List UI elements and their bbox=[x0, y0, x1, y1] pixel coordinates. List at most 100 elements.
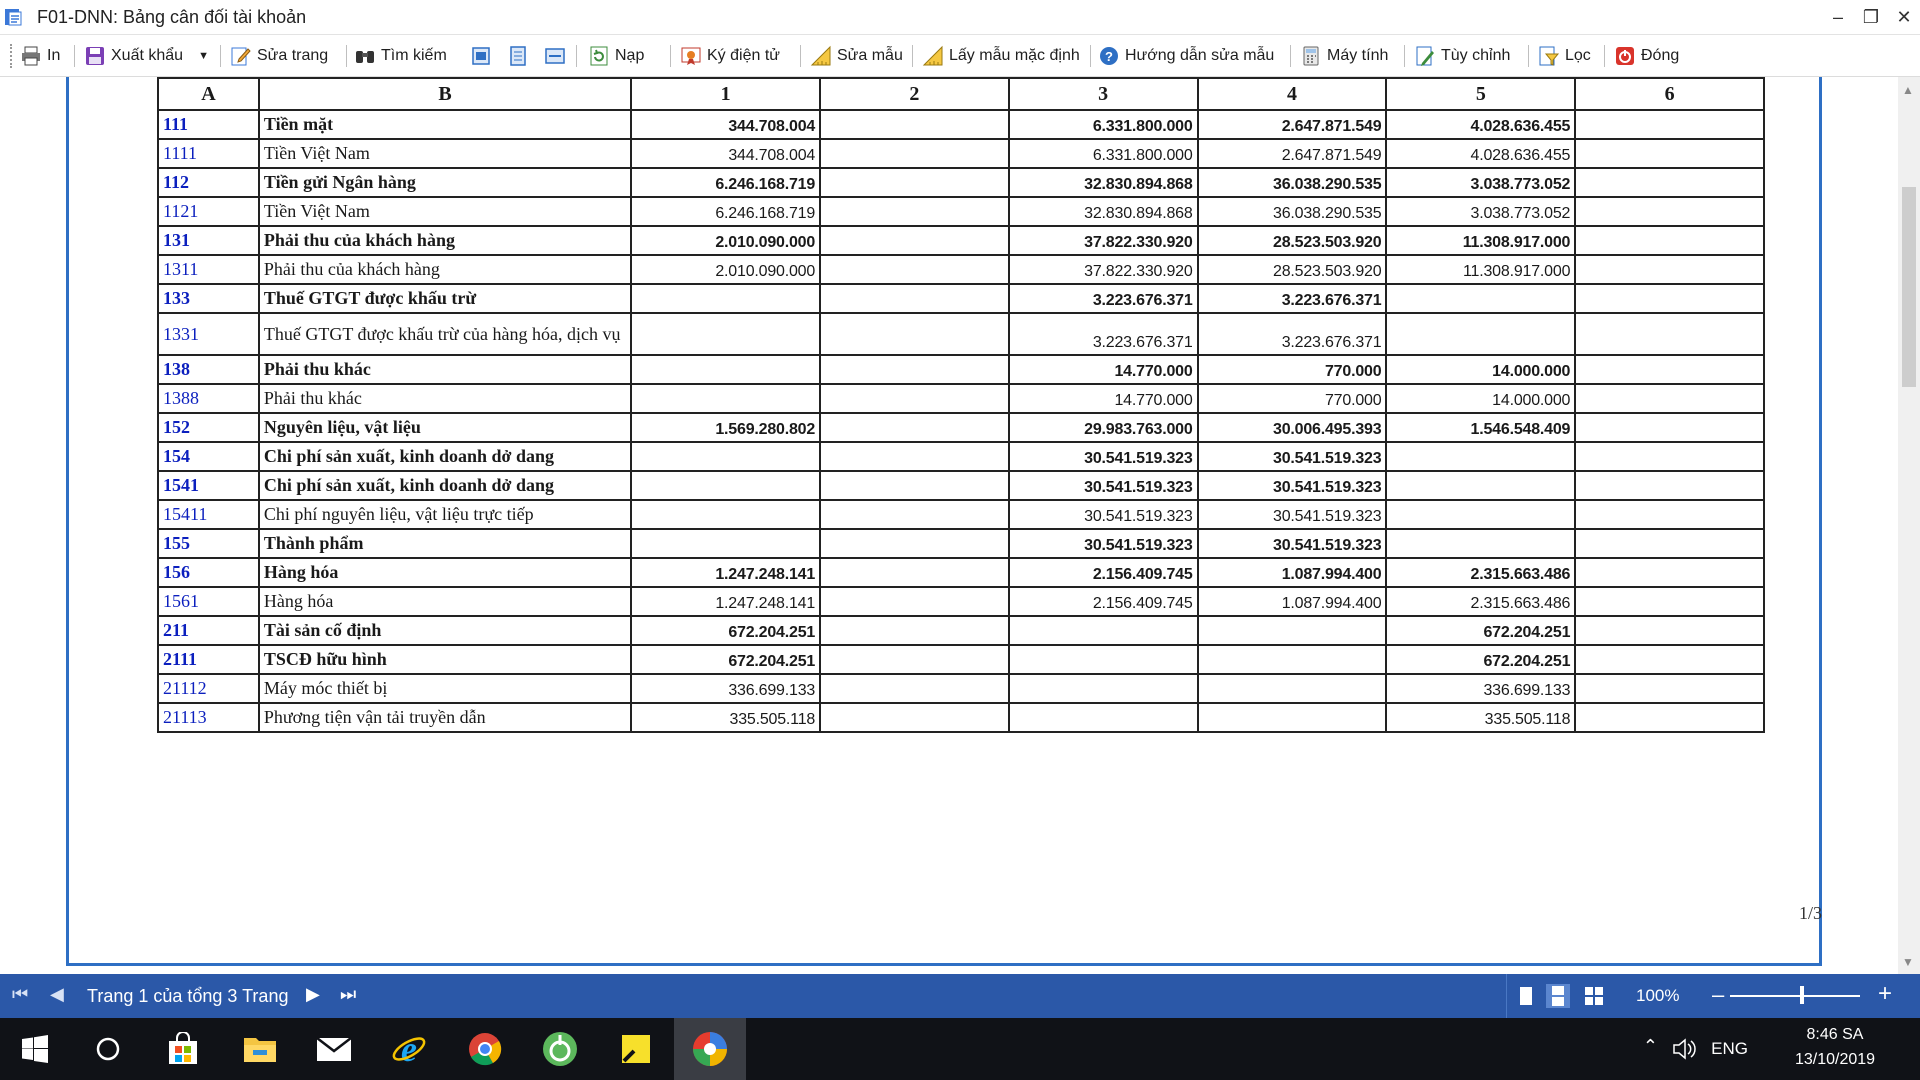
amount-cell-col-5: 4.028.636.455 bbox=[1385, 138, 1577, 169]
account-code-cell[interactable]: 112 bbox=[157, 167, 260, 198]
zoom-out-button[interactable]: – bbox=[1712, 982, 1724, 1008]
column-header-1: 1 bbox=[630, 77, 822, 111]
search-button[interactable]: Tìm kiếm bbox=[354, 43, 447, 69]
amount-cell-col-2 bbox=[819, 441, 1010, 472]
clock-time[interactable]: 8:46 SA bbox=[1790, 1026, 1880, 1044]
zoom-in-button[interactable]: + bbox=[1878, 980, 1892, 1008]
amount-cell-col-6 bbox=[1574, 383, 1765, 414]
account-code-cell[interactable]: 152 bbox=[157, 412, 260, 443]
table-row: 21112 Máy móc thiết bị 336.699.133 336.699.… bbox=[157, 673, 1765, 704]
account-code-cell[interactable]: 138 bbox=[157, 354, 260, 385]
file-explorer-icon[interactable] bbox=[240, 1029, 280, 1069]
toolbar-gripper[interactable] bbox=[10, 44, 14, 68]
sticky-notes-icon[interactable] bbox=[616, 1029, 656, 1069]
account-code-cell[interactable]: 111 bbox=[157, 109, 260, 140]
ruler-triangle-icon bbox=[922, 45, 943, 66]
scroll-up-icon[interactable]: ▲ bbox=[1902, 83, 1914, 97]
account-code-cell[interactable]: 131 bbox=[157, 225, 260, 256]
amount-cell-col-3: 3.223.676.371 bbox=[1007, 312, 1199, 356]
calculator-button[interactable]: Máy tính bbox=[1300, 43, 1388, 69]
zoom-slider-track[interactable] bbox=[1730, 995, 1860, 997]
report-viewer[interactable]: A B 1 2 3 4 5 6 111 Tiền mặt 344.708.004 6.… bbox=[0, 77, 1920, 974]
table-row: 1388 Phải thu khác 14.770.000 770.000 14.000… bbox=[157, 383, 1765, 414]
account-code-cell[interactable]: 15411 bbox=[157, 499, 260, 530]
account-code-cell[interactable]: 1331 bbox=[157, 312, 260, 356]
internet-explorer-icon[interactable]: e bbox=[389, 1029, 429, 1069]
amount-cell-col-1: 336.699.133 bbox=[630, 673, 822, 704]
scroll-down-icon[interactable]: ▼ bbox=[1902, 955, 1914, 969]
account-name-cell: Chi phí nguyên liệu, vật liệu trực tiếp bbox=[257, 499, 633, 530]
close-window-button[interactable]: ✕ bbox=[1889, 4, 1919, 30]
view-page-width-button[interactable] bbox=[507, 43, 529, 69]
green-app-icon[interactable] bbox=[540, 1029, 580, 1069]
show-hidden-icons-icon[interactable]: ⌃ bbox=[1643, 1036, 1658, 1057]
title-bar: F01-DNN: Bảng cân đối tài khoản – ❐ ✕ bbox=[0, 0, 1920, 35]
account-code-cell[interactable]: 133 bbox=[157, 283, 260, 314]
table-row: 133 Thuế GTGT được khấu trừ 3.223.676.371 3… bbox=[157, 283, 1765, 314]
edit-template-button[interactable]: Sửa mẫu bbox=[810, 43, 903, 69]
previous-page-icon[interactable]: ◀ bbox=[50, 984, 64, 1005]
amount-cell-col-4: 30.541.519.323 bbox=[1196, 470, 1388, 501]
clock-date[interactable]: 13/10/2019 bbox=[1790, 1051, 1880, 1069]
customize-button[interactable]: Tùy chỉnh bbox=[1414, 43, 1510, 69]
scrollbar-thumb[interactable] bbox=[1902, 187, 1916, 387]
view-whole-page-button[interactable] bbox=[544, 43, 566, 69]
amount-cell-col-2 bbox=[819, 196, 1010, 227]
account-code-cell[interactable]: 1111 bbox=[157, 138, 260, 169]
search-label: Tìm kiếm bbox=[381, 47, 447, 64]
minimize-button[interactable]: – bbox=[1823, 4, 1853, 30]
mail-icon[interactable] bbox=[314, 1029, 354, 1069]
page-info: Trang 1 của tổng 3 Trang bbox=[87, 986, 289, 1006]
multi-page-view-icon[interactable] bbox=[1582, 984, 1606, 1008]
chevron-down-icon[interactable]: ▼ bbox=[198, 50, 209, 62]
edit-page-button[interactable]: Sửa trang bbox=[230, 43, 328, 69]
account-name-cell: Tiền Việt Nam bbox=[257, 138, 633, 169]
account-code-cell[interactable]: 154 bbox=[157, 441, 260, 472]
account-code-cell[interactable]: 2111 bbox=[157, 644, 260, 675]
account-code-cell[interactable]: 156 bbox=[157, 557, 260, 588]
search-icon[interactable] bbox=[88, 1029, 128, 1069]
account-code-cell[interactable]: 1388 bbox=[157, 383, 260, 414]
amount-cell-col-5: 2.315.663.486 bbox=[1385, 586, 1577, 617]
account-code-cell[interactable]: 1311 bbox=[157, 254, 260, 285]
reload-button[interactable]: Nạp bbox=[588, 43, 644, 69]
account-code-cell[interactable]: 211 bbox=[157, 615, 260, 646]
template-help-label: Hướng dẫn sửa mẫu bbox=[1125, 47, 1275, 64]
account-code-cell[interactable]: 1541 bbox=[157, 470, 260, 501]
accounting-app-icon[interactable] bbox=[690, 1029, 730, 1069]
export-label: Xuất khẩu bbox=[111, 47, 184, 64]
close-button[interactable]: Đóng bbox=[1614, 43, 1679, 69]
export-button[interactable]: Xuất khẩu ▼ bbox=[84, 43, 209, 69]
restore-button[interactable]: ❐ bbox=[1856, 4, 1886, 30]
next-page-icon[interactable]: ▶ bbox=[306, 984, 320, 1005]
vertical-scrollbar[interactable]: ▲ ▼ bbox=[1898, 77, 1920, 974]
first-page-icon[interactable]: ⏮ bbox=[12, 984, 28, 1005]
language-indicator[interactable]: ENG bbox=[1711, 1039, 1748, 1059]
account-code-cell[interactable]: 21113 bbox=[157, 702, 260, 733]
chrome-icon[interactable] bbox=[465, 1029, 505, 1069]
template-help-button[interactable]: ? Hướng dẫn sửa mẫu bbox=[1098, 43, 1274, 69]
amount-cell-col-2 bbox=[819, 109, 1010, 140]
account-code-cell[interactable]: 155 bbox=[157, 528, 260, 559]
e-sign-button[interactable]: Ký điện tử bbox=[680, 43, 780, 69]
last-page-icon[interactable]: ⏭ bbox=[340, 984, 356, 1005]
column-header-a: A bbox=[157, 77, 260, 111]
store-icon[interactable] bbox=[163, 1029, 203, 1069]
filter-button[interactable]: Lọc bbox=[1538, 43, 1591, 69]
windows-start-icon[interactable] bbox=[15, 1029, 55, 1069]
amount-cell-col-4: 30.541.519.323 bbox=[1196, 499, 1388, 530]
zoom-slider-thumb[interactable] bbox=[1800, 986, 1804, 1004]
continuous-view-icon[interactable] bbox=[1546, 984, 1570, 1008]
print-button[interactable]: In bbox=[20, 43, 60, 69]
account-code-cell[interactable]: 21112 bbox=[157, 673, 260, 704]
account-name-cell: Phải thu của khách hàng bbox=[257, 225, 633, 256]
default-template-button[interactable]: Lấy mẫu mặc định bbox=[922, 43, 1080, 69]
view-single-page-button[interactable] bbox=[470, 43, 492, 69]
speaker-icon[interactable] bbox=[1672, 1038, 1696, 1060]
amount-cell-col-6 bbox=[1574, 109, 1765, 140]
single-page-view-icon[interactable] bbox=[1514, 984, 1538, 1008]
account-code-cell[interactable]: 1121 bbox=[157, 196, 260, 227]
column-header-4: 4 bbox=[1196, 77, 1388, 111]
amount-cell-col-6 bbox=[1574, 644, 1765, 675]
account-code-cell[interactable]: 1561 bbox=[157, 586, 260, 617]
